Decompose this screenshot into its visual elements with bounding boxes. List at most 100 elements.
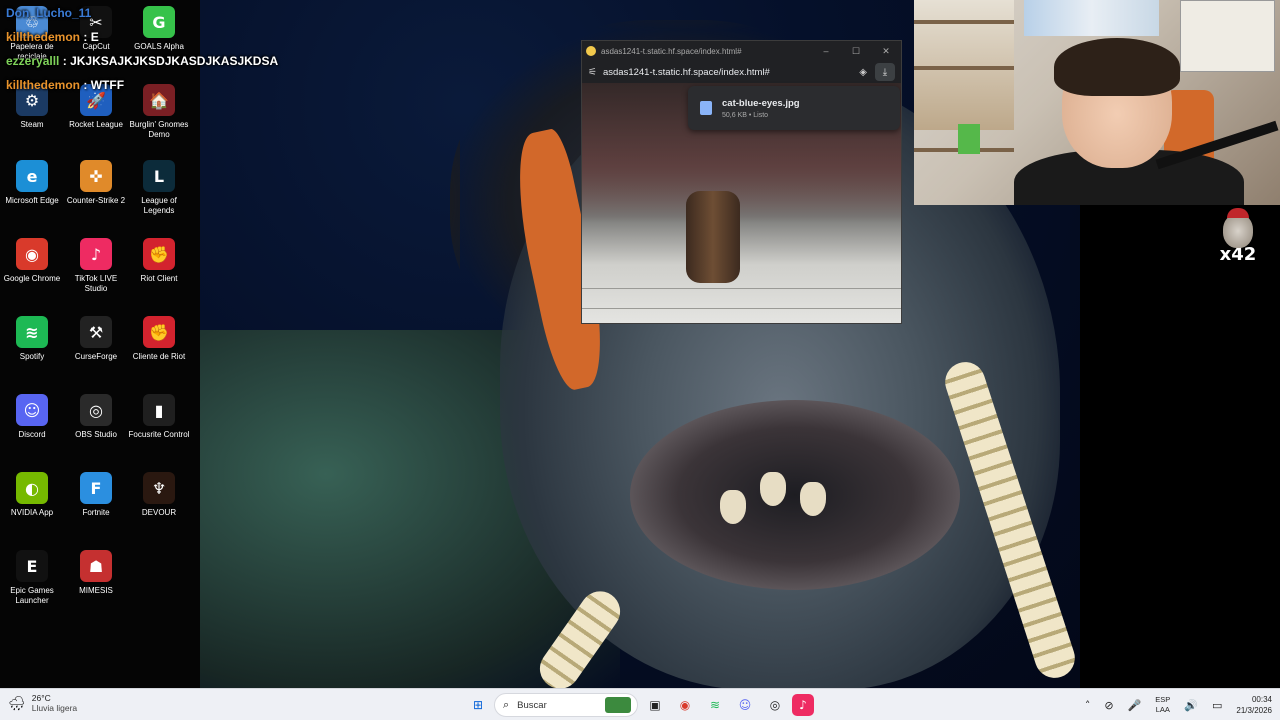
discord-icon: ☺: [16, 394, 48, 426]
download-bubble[interactable]: cat-blue-eyes.jpg 50,6 KB • Listo: [688, 86, 900, 130]
desktop-icon-label: MIMESIS: [79, 586, 113, 595]
search-box[interactable]: ⌕ Buscar: [494, 693, 638, 717]
minimize-button[interactable]: –: [811, 46, 841, 56]
floor-tile-line: [582, 288, 901, 289]
battery-icon[interactable]: ▭: [1212, 699, 1222, 712]
edge-icon: e: [16, 160, 48, 192]
chat-username: ezzeryalll: [6, 54, 60, 68]
desktop-icon[interactable]: ✜ Counter-Strike 2: [64, 160, 128, 232]
download-filename[interactable]: cat-blue-eyes.jpg: [722, 98, 800, 109]
site-settings-icon[interactable]: ⚟: [588, 67, 597, 78]
volume-icon[interactable]: 🔊: [1184, 699, 1198, 712]
language-indicator[interactable]: ESP LAA: [1155, 695, 1170, 715]
desktop-icon[interactable]: ◉ Google Chrome: [0, 238, 64, 310]
desktop-icon[interactable]: 🚀 Rocket League: [64, 84, 128, 156]
taskbar: 🌧 26°C Lluvia ligera ⊞ ⌕ Buscar ▣ ◉ ≋ ☺ …: [0, 688, 1280, 720]
microphone-icon[interactable]: 🎤: [1128, 699, 1142, 712]
burglin-gnomes-icon: 🏠: [143, 84, 175, 116]
tiktok-taskbar-icon[interactable]: ♪: [792, 694, 814, 716]
desktop-icon-label: Microsoft Edge: [5, 196, 59, 205]
download-status: 50,6 KB • Listo: [722, 111, 769, 119]
tooth-shape: [720, 490, 746, 524]
chat-separator: :: [83, 30, 88, 44]
desktop-icon[interactable]: ◐ NVIDIA App: [0, 472, 64, 544]
desktop-icon[interactable]: ☺ Discord: [0, 394, 64, 466]
spotify-icon: ≋: [16, 316, 48, 348]
desktop-icon[interactable]: ♆ DEVOUR: [127, 472, 191, 544]
desktop-icon-label: Steam: [20, 120, 44, 129]
network-off-icon[interactable]: ⊘: [1104, 699, 1113, 712]
eye-icon[interactable]: ◈: [859, 67, 867, 78]
chat-message: Don_Lucho_11: [6, 6, 91, 20]
obs-taskbar-icon[interactable]: ◎: [764, 694, 786, 716]
epic-games-icon: E: [16, 550, 48, 582]
clock[interactable]: 00:34 21/3/2026: [1236, 694, 1272, 716]
desktop-icon-label: Riot Client: [140, 274, 178, 283]
tiktok-live-icon: ♪: [80, 238, 112, 270]
chat-separator: :: [62, 54, 67, 68]
goals-icon: G: [143, 6, 175, 38]
desktop-icon[interactable]: ⚒ CurseForge: [64, 316, 128, 388]
right-background: [1080, 205, 1280, 688]
search-highlight-icon: [605, 697, 631, 713]
url-text[interactable]: asdas1241-t.static.hf.space/index.html#: [603, 67, 859, 78]
weather-rain-icon: 🌧: [8, 694, 26, 711]
chat-message: ezzeryalll : JKJKSAJKJKSDJKASDJKASJKDSA: [6, 54, 278, 68]
spotify-taskbar-icon[interactable]: ≋: [704, 694, 726, 716]
desktop-icon[interactable]: ✊ Riot Client: [127, 238, 191, 310]
desktop-icon[interactable]: ⚙ Steam: [0, 84, 64, 156]
clock-time: 00:34: [1251, 695, 1272, 704]
start-windows-icon[interactable]: ⊞: [467, 694, 489, 716]
desktop-icon-label: OBS Studio: [75, 430, 117, 439]
chat-message: killthedemon : WTFF: [6, 78, 124, 92]
desktop-icon[interactable]: ☗ MIMESIS: [64, 550, 128, 622]
desktop-icon[interactable]: E Epic Games Launcher: [0, 550, 64, 622]
download-icon[interactable]: ⤓: [875, 63, 895, 81]
desktop-icon-label: Focusrite Control: [128, 430, 190, 439]
shark-mouth-shape: [630, 400, 960, 590]
riot-client-icon: ✊: [143, 238, 175, 270]
site-favicon-icon: [586, 46, 596, 56]
desktop-icon[interactable]: ♪ TikTok LIVE Studio: [64, 238, 128, 310]
desktop-icon[interactable]: e Microsoft Edge: [0, 160, 64, 232]
desktop-icon-label: TikTok LIVE Studio: [74, 274, 118, 293]
desktop-icon[interactable]: F Fortnite: [64, 472, 128, 544]
chat-username: Don_Lucho_11: [6, 6, 92, 20]
discord-taskbar-icon[interactable]: ☺: [734, 694, 756, 716]
league-icon: L: [143, 160, 175, 192]
browser-popup-window[interactable]: asdas1241-t.static.hf.space/index.html# …: [581, 40, 902, 324]
desktop-icon-label: GOALS Alpha: [134, 42, 184, 51]
chrome-taskbar-icon[interactable]: ◉: [674, 694, 696, 716]
chevron-up-icon[interactable]: ˄: [1085, 699, 1091, 712]
chat-message: killthedemon : E: [6, 30, 99, 44]
webcam-overlay: [914, 0, 1280, 205]
desktop-icon-label: CurseForge: [74, 352, 118, 361]
chat-text: E: [90, 30, 99, 44]
desktop-icon-label: Spotify: [19, 352, 45, 361]
desktop-icon-label: Rocket League: [69, 120, 123, 129]
desktop-icon[interactable]: ≋ Spotify: [0, 316, 64, 388]
address-bar[interactable]: ⚟ asdas1241-t.static.hf.space/index.html…: [582, 61, 901, 83]
task-view-icon[interactable]: ▣: [644, 694, 666, 716]
desktop-icon-label: League of Legends: [141, 196, 177, 215]
desktop-icon[interactable]: 🏠 Burglin' Gnomes Demo: [127, 84, 191, 156]
chat-username: killthedemon: [6, 30, 81, 44]
desktop-icon[interactable]: ◎ OBS Studio: [64, 394, 128, 466]
cat-santa-icon: [1223, 208, 1253, 248]
weather-widget[interactable]: 🌧 26°C Lluvia ligera: [8, 693, 77, 713]
window-title: asdas1241-t.static.hf.space/index.html#: [601, 46, 742, 56]
floor-tile-line: [582, 308, 901, 309]
creeper-figure-shape: [958, 124, 980, 154]
desktop-icon[interactable]: L League of Legends: [127, 160, 191, 232]
desktop-icon[interactable]: ✊ Cliente de Riot: [127, 316, 191, 388]
chat-text: JKJKSAJKJKSDJKASDJKASJKDSA: [70, 54, 279, 68]
curseforge-icon: ⚒: [80, 316, 112, 348]
maximize-button[interactable]: ☐: [841, 46, 871, 57]
close-button[interactable]: ✕: [871, 46, 901, 57]
barrel-shape: [686, 191, 740, 283]
desktop-icon-label: Epic Games Launcher: [10, 586, 54, 605]
desktop-icon-label: DEVOUR: [141, 508, 177, 517]
browser-titlebar[interactable]: asdas1241-t.static.hf.space/index.html# …: [582, 41, 901, 61]
desktop-icon[interactable]: ▮ Focusrite Control: [127, 394, 191, 466]
weather-temperature: 26°C: [31, 693, 51, 703]
